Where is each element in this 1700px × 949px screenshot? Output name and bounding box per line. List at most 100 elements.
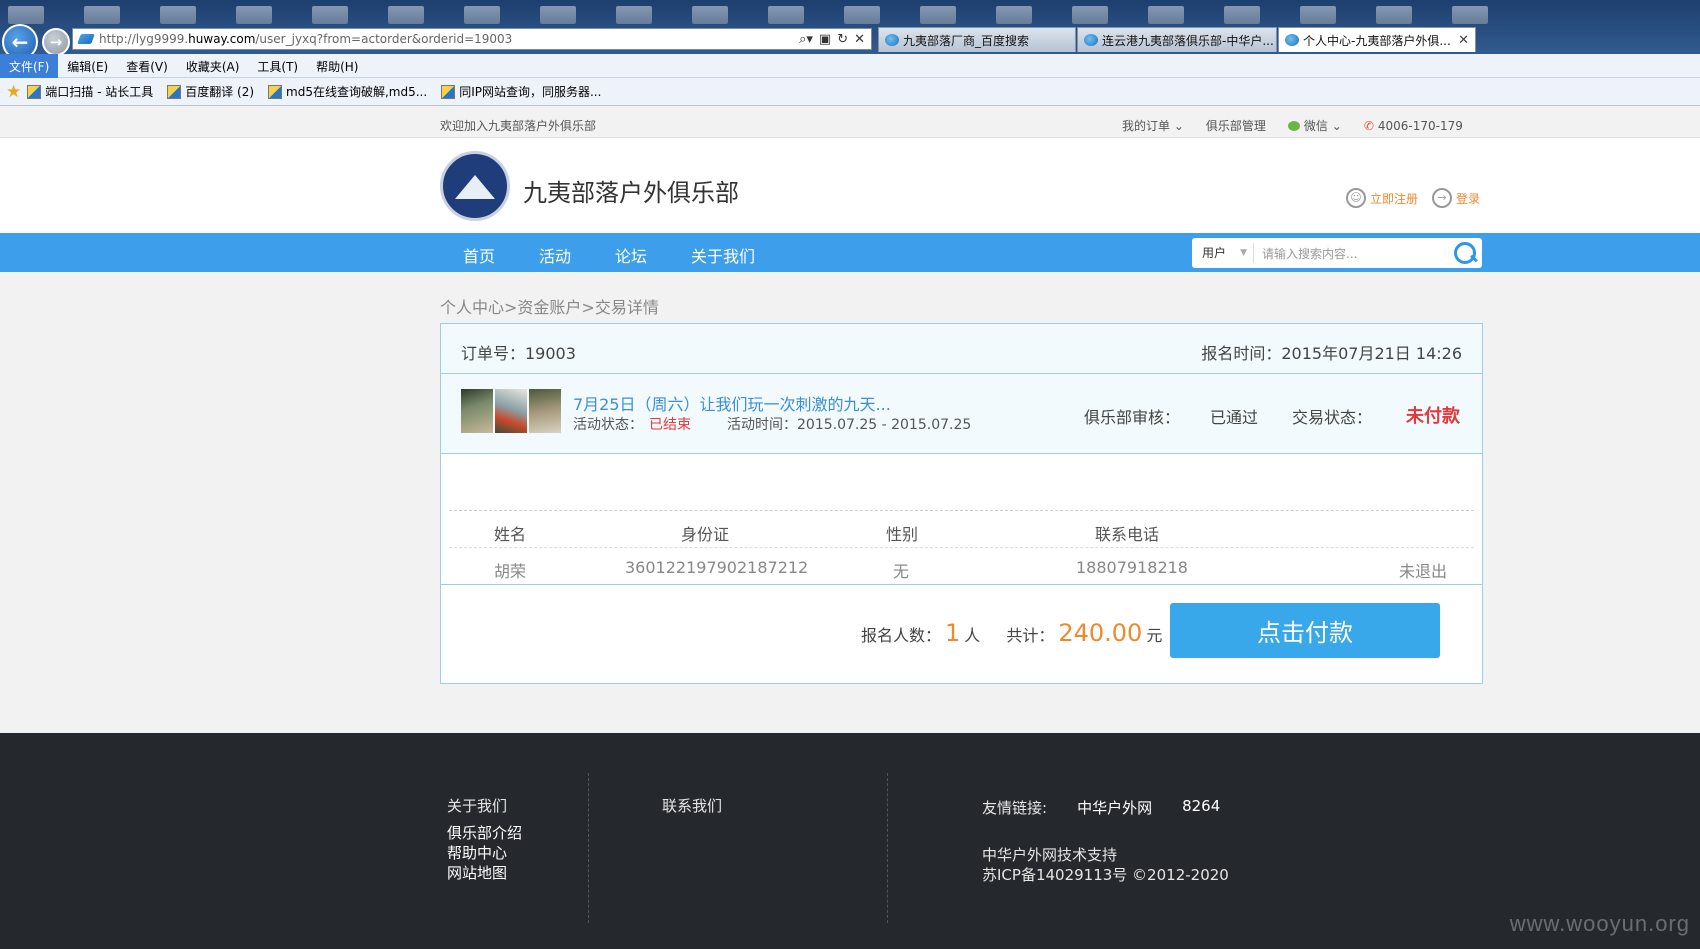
footer-link-club-intro[interactable]: 俱乐部介绍: [447, 823, 522, 843]
footer-link-sitemap[interactable]: 网站地图: [447, 863, 522, 883]
chevron-down-icon: ⌄: [1173, 119, 1184, 133]
tab-close-icon[interactable]: ✕: [1452, 33, 1469, 48]
favorite-label: md5在线查询破解,md5...: [286, 85, 428, 99]
url-prefix: http://lyg9999.: [99, 32, 189, 46]
site-header: 九夷部落户外俱乐部 ☺ 立即注册 → 登录: [0, 138, 1700, 233]
pay-button[interactable]: 点击付款: [1170, 603, 1440, 658]
activity-status-label: 活动状态：: [573, 417, 643, 433]
stop-icon[interactable]: ✕: [854, 32, 865, 47]
phone-number: 4006-170-179: [1377, 118, 1463, 133]
participant-table: 姓名 身份证 性别 联系电话 胡荣 360122197902187212 无 1…: [449, 510, 1474, 585]
participant-id-card: 360122197902187212: [625, 558, 809, 577]
task-icon: [1376, 6, 1412, 24]
compat-view-icon[interactable]: ▣: [819, 32, 831, 47]
chevron-down-icon: ⌄: [1331, 119, 1342, 133]
taskbar-strip: [0, 0, 1700, 26]
total-value: 240.00: [1058, 619, 1143, 647]
menu-tools[interactable]: 工具(T): [248, 54, 307, 78]
favorite-label: 端口扫描 - 站长工具: [45, 85, 154, 99]
search-icon[interactable]: [1452, 240, 1478, 266]
activity-thumbnail[interactable]: [461, 389, 561, 433]
address-bar[interactable]: http://lyg9999.huway.com/user_jyxq?from=…: [72, 28, 872, 50]
col-gender: 性别: [886, 525, 919, 544]
site-search: 用户 ▼ 请输入搜索内容...: [1192, 238, 1482, 268]
friend-link-huway[interactable]: 中华户外网: [1077, 797, 1152, 818]
search-dropdown-icon[interactable]: ⌕▾: [799, 32, 813, 47]
favorite-same-ip[interactable]: 同IP网站查询，同服务器...: [441, 83, 601, 100]
table-header-row: 姓名 身份证 性别 联系电话: [449, 511, 1474, 548]
tab-club-home[interactable]: 连云港九夷部落俱乐部-中华户...: [1077, 27, 1277, 52]
task-icon: [84, 6, 120, 24]
nav-activities[interactable]: 活动: [539, 243, 571, 267]
count-value: 1: [945, 619, 961, 647]
favorite-baidu-translate[interactable]: 百度翻译 (2): [167, 83, 254, 100]
task-icon: [236, 6, 272, 24]
login-arrow-icon: →: [1432, 188, 1453, 208]
watermark: www.wooyun.org: [1509, 911, 1690, 936]
menu-help[interactable]: 帮助(H): [307, 54, 367, 78]
login-link[interactable]: → 登录: [1432, 188, 1480, 208]
site-topbar: 欢迎加入九夷部落户外俱乐部 我的订单 ⌄ 俱乐部管理 微信 ⌄ ✆ 4006-17…: [0, 108, 1700, 138]
tab-baidu-search[interactable]: 九夷部落厂商_百度搜索: [878, 27, 1076, 52]
total-label: 共计：: [1006, 626, 1055, 645]
col-phone: 联系电话: [1095, 525, 1160, 544]
nav-home[interactable]: 首页: [463, 243, 495, 267]
refresh-icon[interactable]: ↻: [837, 32, 848, 47]
tech-support-text: 中华户外网技术支持: [982, 846, 1118, 864]
menu-view[interactable]: 查看(V): [117, 54, 177, 78]
search-scope-select[interactable]: 用户 ▼: [1192, 243, 1254, 263]
nav-forum[interactable]: 论坛: [615, 243, 647, 267]
url-host: huway.com: [188, 32, 256, 46]
forward-button[interactable]: →: [42, 28, 70, 56]
arrow-right-icon: →: [49, 33, 63, 51]
menu-edit[interactable]: 编辑(E): [58, 54, 117, 78]
task-icon: [768, 6, 804, 24]
register-link[interactable]: ☺ 立即注册: [1346, 188, 1418, 208]
order-number: 订单号：19003: [461, 344, 576, 363]
signup-time: 报名时间：2015年07月21日 14:26: [1201, 344, 1462, 363]
task-icon: [464, 6, 500, 24]
caret-down-icon: ▼: [1240, 248, 1247, 258]
participant-gender: 无: [893, 562, 910, 581]
total-unit: 元: [1146, 626, 1163, 645]
task-icon: [1452, 6, 1488, 24]
user-icon: ☺: [1346, 188, 1366, 208]
favorite-label: 百度翻译 (2): [185, 85, 255, 99]
wechat-link[interactable]: 微信 ⌄: [1287, 117, 1342, 134]
footer-friend-links: 友情链接: 中华户外网 8264: [982, 797, 1220, 818]
task-icon: [616, 6, 652, 24]
search-input[interactable]: 请输入搜索内容...: [1254, 245, 1452, 262]
arrow-left-icon: ←: [11, 30, 29, 54]
friend-link-8264[interactable]: 8264: [1182, 797, 1220, 818]
search-scope-label: 用户: [1202, 246, 1227, 260]
my-orders-link[interactable]: 我的订单 ⌄: [1122, 117, 1184, 134]
tab-label: 连云港九夷部落俱乐部-中华户...: [1102, 33, 1274, 48]
nav-about[interactable]: 关于我们: [691, 243, 755, 267]
favorites-bar: ★ 端口扫描 - 站长工具 百度翻译 (2) md5在线查询破解,md5... …: [0, 78, 1700, 106]
footer-divider: [588, 773, 589, 923]
thumb-photo: [495, 389, 527, 433]
icp-text: 苏ICP备14029113号 ©2012-2020: [982, 866, 1229, 884]
favorite-md5[interactable]: md5在线查询破解,md5...: [268, 83, 427, 100]
activity-time: 活动时间：2015.07.25 - 2015.07.25: [727, 417, 972, 433]
site-favicon-icon: [77, 34, 95, 44]
favorite-port-scan[interactable]: 端口扫描 - 站长工具: [27, 83, 153, 100]
tab-label: 九夷部落厂商_百度搜索: [903, 33, 1030, 48]
bookmark-icon: [268, 84, 283, 99]
club-manage-link[interactable]: 俱乐部管理: [1206, 117, 1266, 134]
favorites-star-icon[interactable]: ★: [6, 82, 21, 102]
footer-divider: [887, 773, 888, 923]
footer-link-help[interactable]: 帮助中心: [447, 843, 522, 863]
club-logo[interactable]: [440, 151, 510, 221]
activity-title-link[interactable]: 7月25日（周六）让我们玩一次刺激的九天...: [573, 391, 891, 415]
task-icon: [8, 6, 44, 24]
register-label: 立即注册: [1370, 191, 1419, 206]
activity-meta: 活动状态： 已结束 活动时间：2015.07.25 - 2015.07.25: [573, 414, 971, 434]
tab-personal-center[interactable]: 个人中心-九夷部落户外俱... ✕: [1278, 27, 1476, 52]
site-name[interactable]: 九夷部落户外俱乐部: [523, 173, 739, 208]
menu-favorites[interactable]: 收藏夹(A): [177, 54, 249, 78]
address-url[interactable]: http://lyg9999.huway.com/user_jyxq?from=…: [99, 32, 799, 46]
trade-status-value: 未付款: [1406, 406, 1461, 427]
thumb-photo: [529, 389, 561, 433]
menu-file[interactable]: 文件(F): [0, 54, 59, 78]
